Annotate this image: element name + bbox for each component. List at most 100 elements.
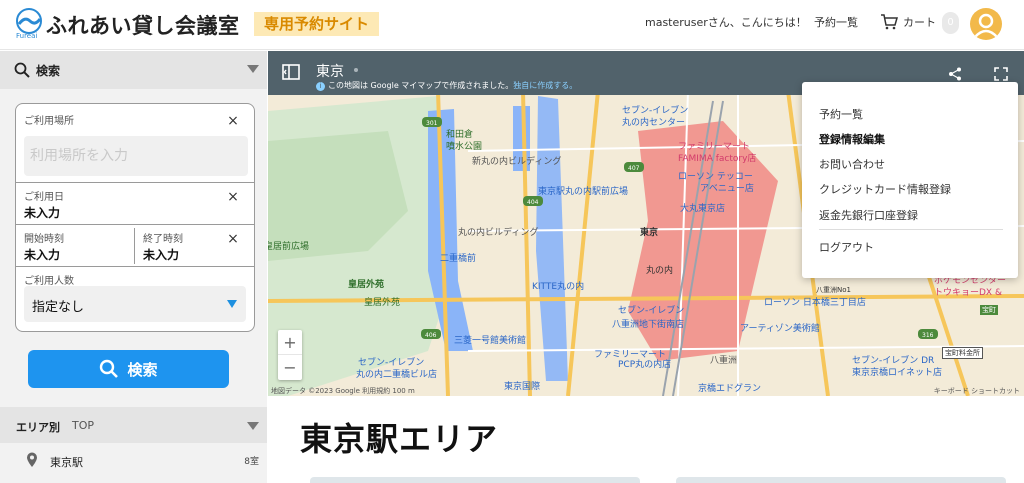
clear-time-icon[interactable]: × (226, 232, 240, 246)
clear-date-icon[interactable]: × (226, 190, 240, 204)
map-label[interactable]: 八重洲 (710, 353, 737, 366)
search-icon (14, 62, 30, 78)
cart-count-badge: 0 (942, 12, 959, 34)
map-label[interactable]: KITTE丸の内 (532, 279, 584, 292)
zoom-controls: + − (278, 330, 302, 380)
end-time-label: 終了時刻 (143, 234, 183, 245)
menu-item-edit-profile[interactable]: 登録情報編集 (819, 131, 885, 147)
map-label[interactable]: 二重橋前 (440, 251, 476, 264)
map-label[interactable]: 宝町料金所 (942, 347, 983, 359)
map-label[interactable]: 皇居外苑 (348, 277, 384, 290)
area-page-heading: 東京駅エリア (300, 420, 499, 458)
zoom-in-button[interactable]: + (278, 330, 302, 355)
user-avatar[interactable] (970, 8, 1002, 40)
map-label[interactable]: 宝町 (980, 305, 998, 315)
map-label[interactable]: 京橋エドグラン (698, 381, 761, 394)
end-time-value[interactable]: 未入力 (143, 246, 179, 263)
map-subtitle: i この地図は Google マイマップで作成されました。独自に作成する。 (316, 80, 577, 91)
search-button-label: 検索 (127, 360, 158, 379)
clear-place-icon[interactable]: × (226, 114, 240, 128)
start-time-label: 開始時刻 (24, 234, 64, 245)
map-label[interactable]: 噴水公園 (446, 139, 482, 152)
room-card[interactable] (310, 477, 640, 483)
info-icon: i (316, 82, 325, 91)
fullscreen-icon[interactable] (994, 67, 1008, 81)
menu-item-credit-card[interactable]: クレジットカード情報登録 (819, 181, 951, 197)
map-label[interactable]: PCP丸の内店 (618, 357, 671, 370)
sidebar-toggle-icon[interactable] (282, 64, 300, 80)
people-select[interactable]: 指定なし (24, 286, 246, 322)
map-label[interactable]: 東京 (640, 225, 658, 238)
road-number-301: 301 (426, 120, 438, 127)
map-attribution[interactable]: 地図データ ©2023 Google 利用規約 100 m (271, 386, 415, 396)
cart-icon (881, 14, 898, 30)
map-label[interactable]: 皇居外苑 (364, 295, 400, 308)
divider (16, 266, 254, 267)
map-label[interactable]: トウキョーDX & (934, 285, 1002, 298)
search-button[interactable]: 検索 (28, 350, 229, 388)
map-label[interactable]: 丸の内センター (622, 115, 685, 128)
zoom-out-button[interactable]: − (278, 355, 302, 380)
map-label[interactable]: ローソン 日本橋三丁目店 (764, 295, 866, 308)
create-map-link[interactable]: 独自に作成する。 (513, 81, 577, 90)
menu-item-reservations[interactable]: 予約一覧 (819, 106, 863, 122)
cart-label: カート (903, 16, 936, 29)
date-label: ご利用日 (24, 192, 64, 203)
map-label[interactable]: 東京駅丸の内駅前広場 (538, 184, 628, 197)
menu-divider (819, 229, 1003, 230)
search-icon (100, 359, 119, 378)
user-avatar-icon (974, 13, 998, 38)
menu-item-contact[interactable]: お問い合わせ (819, 156, 885, 172)
map-label[interactable]: 八重洲地下街南店 (612, 317, 684, 330)
brand-title[interactable]: ふれあい貸し会議室 (46, 10, 240, 40)
map-subtitle-text: この地図は Google マイマップで作成されました。 (328, 81, 514, 90)
road-number-406: 406 (425, 332, 437, 339)
area-section-header[interactable]: エリア別 TOP (0, 407, 267, 443)
road-number-316: 316 (922, 332, 934, 339)
map-label[interactable]: 皇居前広場 (268, 239, 309, 252)
divider (16, 224, 254, 225)
chevron-down-icon[interactable] (247, 65, 259, 73)
map-label[interactable]: 丸の内二重橋ビル店 (356, 367, 437, 380)
map-label[interactable]: 大丸東京店 (680, 201, 725, 214)
logo-icon[interactable] (16, 8, 42, 34)
place-input[interactable] (24, 136, 248, 176)
nav-reservation-list-link[interactable]: 予約一覧 (814, 14, 858, 30)
map-label[interactable]: 東京京橋ロイネット店 (852, 365, 942, 378)
start-time-value[interactable]: 未入力 (24, 246, 60, 263)
road-number-407: 407 (628, 165, 640, 172)
map-label[interactable]: 新丸の内ビルディング (472, 154, 561, 167)
area-list-item[interactable]: 東京駅 8室 (0, 445, 267, 473)
caret-down-icon (227, 300, 237, 308)
menu-item-refund-account[interactable]: 返金先銀行口座登録 (819, 207, 918, 223)
map-label[interactable]: セブン-イレブン (618, 303, 684, 316)
search-section-header[interactable]: 検索 (0, 51, 267, 89)
map-label[interactable]: 三菱一号館美術館 (454, 333, 526, 346)
area-section-title: エリア別 (16, 421, 60, 434)
sidebar: 検索 ご利用場所 × ご利用日 × 未入力 開始時刻 未入力 終了時刻 × 未入… (0, 51, 267, 483)
top-header: Fureai ふれあい貸し会議室 専用予約サイト masteruserさん、こん… (0, 0, 1024, 50)
map-label[interactable]: FAMIMA factory店 (678, 151, 756, 164)
area-top-link[interactable]: TOP (72, 419, 94, 432)
reservation-site-badge: 専用予約サイト (254, 12, 380, 36)
user-greeting: masteruserさん、こんにちは！ (645, 16, 807, 29)
share-icon[interactable] (948, 67, 962, 81)
map-label[interactable]: 八重洲No1 (816, 285, 851, 295)
area-item-name: 東京駅 (50, 456, 83, 469)
map-title: 東京 (316, 64, 344, 80)
menu-item-logout[interactable]: ログアウト (819, 239, 874, 255)
room-card[interactable] (676, 477, 1006, 483)
map-label[interactable]: アーティゾン美術館 (740, 321, 820, 334)
people-label: ご利用人数 (24, 276, 74, 287)
map-label[interactable]: 東京国際 (504, 379, 540, 392)
divider (16, 182, 254, 183)
cart-link[interactable]: カート (880, 11, 936, 33)
map-label[interactable]: 丸の内 (646, 263, 673, 276)
map-label[interactable]: 丸の内ビルディング (458, 225, 538, 238)
date-value[interactable]: 未入力 (24, 204, 60, 221)
search-form: ご利用場所 × ご利用日 × 未入力 開始時刻 未入力 終了時刻 × 未入力 ご… (15, 103, 255, 332)
chevron-down-icon[interactable] (247, 422, 259, 430)
people-select-value: 指定なし (32, 300, 85, 315)
keyboard-shortcuts-link[interactable]: キーボード ショートカット (934, 386, 1020, 396)
map-label[interactable]: アベニュー店 (700, 181, 754, 194)
